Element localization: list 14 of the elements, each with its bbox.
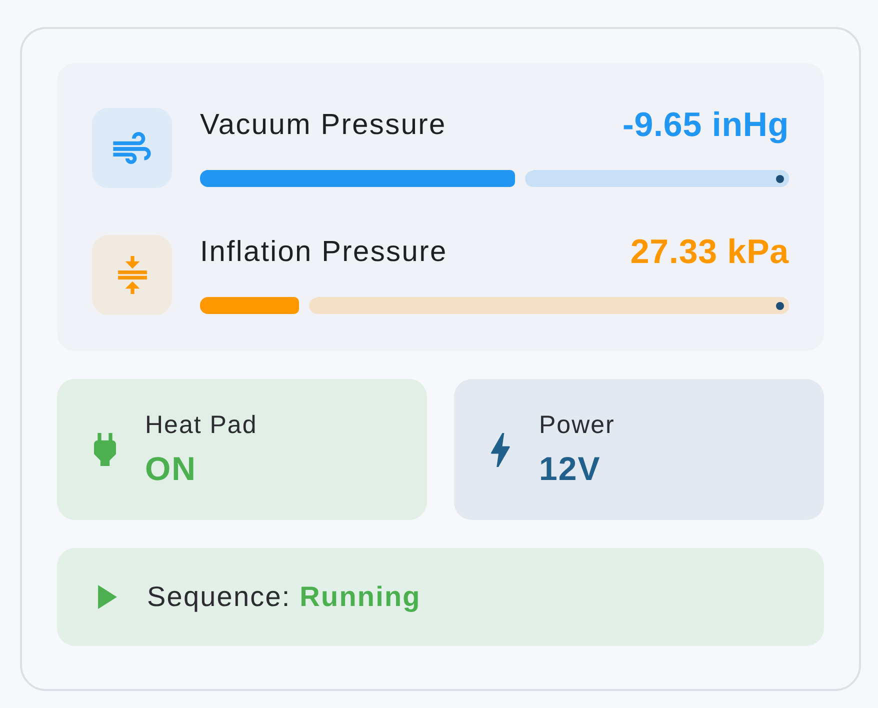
pressure-label: Vacuum Pressure [200, 108, 446, 142]
status-value: ON [145, 448, 198, 488]
play-icon [98, 585, 117, 609]
wind-icon [92, 108, 172, 188]
compress-arrows-icon [92, 235, 172, 315]
pressure-reading: -9.65 inHg [622, 106, 789, 144]
pressure-reading: 27.33 kPa [630, 233, 789, 271]
status-label: Heat Pad [145, 410, 258, 438]
end-dot-icon [776, 174, 784, 182]
sequence-status-text: Sequence: Running [147, 581, 421, 613]
pressure-label: Inflation Pressure [200, 235, 448, 269]
status-label: Power [539, 410, 615, 438]
status-value: 12V [539, 448, 602, 488]
end-dot-icon [776, 302, 784, 310]
